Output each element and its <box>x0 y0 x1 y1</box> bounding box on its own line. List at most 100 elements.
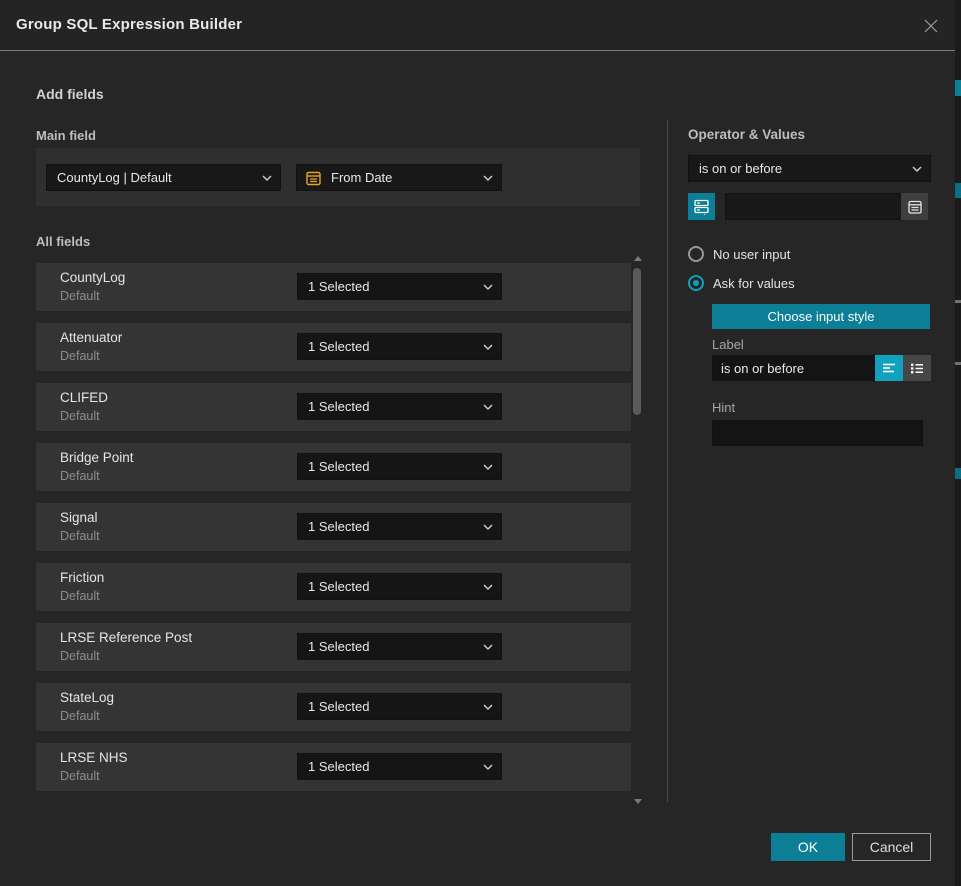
field-values-select-value: 1 Selected <box>308 699 369 714</box>
label-input[interactable] <box>712 355 875 381</box>
field-row: CountyLog Default 1 Selected <box>36 263 631 311</box>
choose-input-style-button[interactable]: Choose input style <box>712 304 930 329</box>
date-value-field <box>725 193 928 220</box>
radio-option[interactable]: Ask for values <box>688 274 795 292</box>
chevron-down-icon <box>483 644 493 650</box>
hint-field-label: Hint <box>712 400 735 415</box>
stacked-values-icon <box>693 198 710 215</box>
add-fields-heading: Add fields <box>36 86 104 102</box>
field-values-select[interactable]: 1 Selected <box>297 693 502 720</box>
main-field-box: CountyLog | Default From Date <box>36 148 640 206</box>
hint-input[interactable] <box>712 420 923 446</box>
field-row: LRSE Reference Post Default 1 Selected <box>36 623 631 671</box>
background-app-strip <box>955 0 961 886</box>
dialog-window: Group SQL Expression Builder Add fields … <box>0 0 955 886</box>
field-alias: Default <box>60 409 100 423</box>
field-row: Bridge Point Default 1 Selected <box>36 443 631 491</box>
background-accent <box>955 80 961 96</box>
field-values-select-value: 1 Selected <box>308 459 369 474</box>
single-line-style-button[interactable] <box>875 355 903 381</box>
field-row: Signal Default 1 Selected <box>36 503 631 551</box>
field-alias: Default <box>60 289 100 303</box>
radio-option-label: No user input <box>713 247 790 262</box>
chevron-down-icon <box>912 166 922 172</box>
radio-option-label: Ask for values <box>713 276 795 291</box>
close-icon[interactable] <box>919 14 943 38</box>
list-scrollbar[interactable] <box>633 256 642 804</box>
field-values-select-value: 1 Selected <box>308 579 369 594</box>
label-field-label: Label <box>712 337 744 352</box>
date-field-icon <box>305 169 322 186</box>
chevron-down-icon <box>483 464 493 470</box>
background-accent <box>955 183 961 198</box>
background-accent <box>955 362 961 365</box>
main-field-select[interactable]: From Date <box>296 164 502 191</box>
chevron-down-icon <box>262 175 272 181</box>
chevron-down-icon <box>483 284 493 290</box>
background-accent <box>955 468 961 479</box>
date-value-input[interactable] <box>725 193 928 220</box>
align-left-icon <box>881 360 897 376</box>
chevron-down-icon <box>483 764 493 770</box>
ok-button[interactable]: OK <box>771 833 845 861</box>
field-values-select[interactable]: 1 Selected <box>297 393 502 420</box>
field-name: CountyLog <box>60 270 125 285</box>
list-style-button[interactable] <box>903 355 931 381</box>
cancel-button[interactable]: Cancel <box>852 833 931 861</box>
all-fields-list: CountyLog Default 1 Selected Attenuator … <box>36 263 631 803</box>
dialog-title: Group SQL Expression Builder <box>16 16 242 33</box>
chevron-down-icon <box>483 175 493 181</box>
field-alias: Default <box>60 349 100 363</box>
radio-icon[interactable] <box>688 246 704 262</box>
main-field-label: Main field <box>36 128 96 143</box>
operator-select-value: is on or before <box>699 161 782 176</box>
main-dataset-select-value: CountyLog | Default <box>57 170 172 185</box>
calendar-icon <box>907 199 923 215</box>
dialog-titlebar: Group SQL Expression Builder <box>0 0 955 51</box>
field-name: LRSE NHS <box>60 750 128 765</box>
field-values-select[interactable]: 1 Selected <box>297 453 502 480</box>
field-values-select[interactable]: 1 Selected <box>297 753 502 780</box>
field-name: CLIFED <box>60 390 108 405</box>
field-values-select-value: 1 Selected <box>308 639 369 654</box>
field-alias: Default <box>60 649 100 663</box>
chevron-down-icon <box>483 704 493 710</box>
main-dataset-select[interactable]: CountyLog | Default <box>46 164 281 191</box>
scroll-down-icon[interactable] <box>634 799 642 804</box>
field-values-select[interactable]: 1 Selected <box>297 333 502 360</box>
operator-values-heading: Operator & Values <box>688 127 805 142</box>
field-alias: Default <box>60 769 100 783</box>
chevron-down-icon <box>483 404 493 410</box>
radio-option[interactable]: No user input <box>688 245 790 263</box>
field-row: Friction Default 1 Selected <box>36 563 631 611</box>
scrollbar-thumb[interactable] <box>633 268 641 415</box>
chevron-down-icon <box>483 584 493 590</box>
radio-icon[interactable] <box>688 275 704 291</box>
chevron-down-icon <box>483 344 493 350</box>
main-field-select-value: From Date <box>331 170 392 185</box>
field-name: Friction <box>60 570 104 585</box>
scroll-up-icon[interactable] <box>634 256 642 261</box>
field-alias: Default <box>60 709 100 723</box>
field-values-select[interactable]: 1 Selected <box>297 633 502 660</box>
field-values-select-value: 1 Selected <box>308 399 369 414</box>
field-alias: Default <box>60 589 100 603</box>
field-values-select-value: 1 Selected <box>308 279 369 294</box>
background-accent <box>955 300 961 303</box>
field-values-select[interactable]: 1 Selected <box>297 573 502 600</box>
field-name: LRSE Reference Post <box>60 630 192 645</box>
field-name: Attenuator <box>60 330 122 345</box>
operator-select[interactable]: is on or before <box>688 155 931 182</box>
bulleted-list-icon <box>909 360 925 376</box>
value-source-toggle-button[interactable] <box>688 193 715 220</box>
field-row: CLIFED Default 1 Selected <box>36 383 631 431</box>
field-values-select-value: 1 Selected <box>308 759 369 774</box>
panel-divider <box>667 120 668 802</box>
field-name: Bridge Point <box>60 450 134 465</box>
field-values-select[interactable]: 1 Selected <box>297 273 502 300</box>
field-values-select[interactable]: 1 Selected <box>297 513 502 540</box>
field-alias: Default <box>60 469 100 483</box>
field-values-select-value: 1 Selected <box>308 519 369 534</box>
date-picker-button[interactable] <box>901 193 928 220</box>
field-values-select-value: 1 Selected <box>308 339 369 354</box>
